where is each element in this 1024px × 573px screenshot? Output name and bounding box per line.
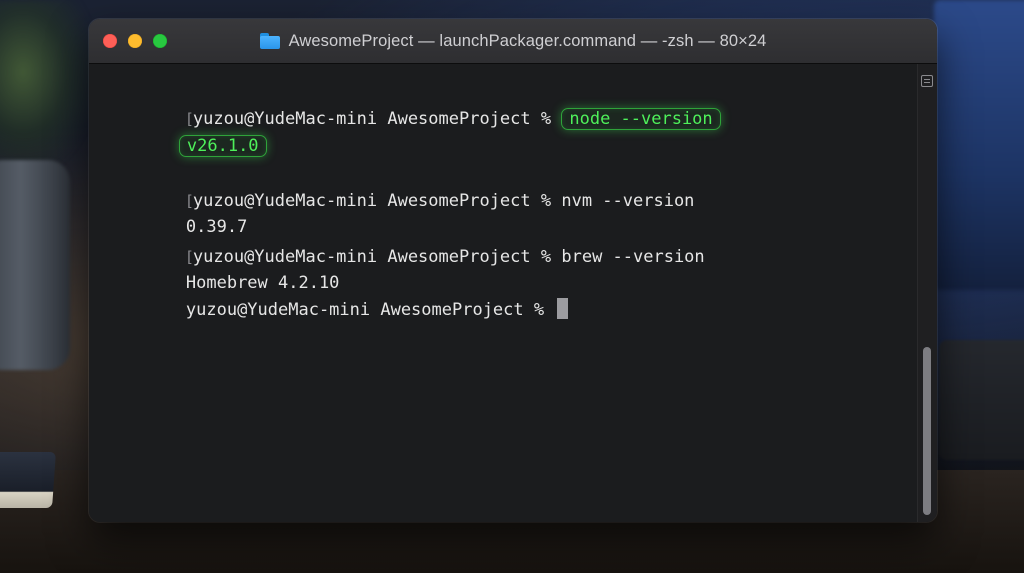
terminal-content[interactable]: [yuzou@YudeMac-mini AwesomeProject % nod…	[89, 64, 918, 522]
scroll-marker-icon[interactable]	[921, 75, 933, 87]
terminal-line-output: Homebrew 4.2.10	[104, 247, 340, 293]
command: brew --version	[561, 247, 705, 267]
terminal-line-output: v26.1.0	[103, 110, 267, 157]
folder-icon	[259, 33, 280, 49]
command: nvm --version	[561, 191, 695, 211]
scrollbar[interactable]	[917, 64, 937, 522]
text-cursor	[557, 298, 569, 319]
window-title: AwesomeProject — launchPackager.command …	[288, 31, 767, 50]
background-book	[0, 452, 56, 508]
background-plant-pot	[0, 160, 70, 370]
terminal-line-output: 0.39.7	[104, 191, 247, 237]
terminal-line-command: [yuzou@YudeMac-mini AwesomeProject % nvm…	[103, 165, 695, 211]
background-plant	[0, 0, 100, 180]
background-monitor	[934, 0, 1024, 290]
terminal-line-command: [yuzou@YudeMac-mini AwesomeProject % nod…	[103, 83, 721, 130]
prompt: yuzou@YudeMac-mini AwesomeProject %	[192, 191, 562, 211]
terminal-line-command: [yuzou@YudeMac-mini AwesomeProject % bre…	[103, 221, 705, 267]
highlighted-command: node --version	[561, 108, 721, 130]
terminal-line-prompt: yuzou@YudeMac-mini AwesomeProject %	[104, 274, 569, 320]
prompt: yuzou@YudeMac-mini AwesomeProject %	[185, 300, 555, 320]
terminal-window: AwesomeProject — launchPackager.command …	[89, 19, 937, 522]
background-keyboard	[939, 340, 1024, 460]
scrollbar-thumb[interactable]	[923, 347, 931, 515]
title-bar[interactable]: AwesomeProject — launchPackager.command …	[89, 19, 937, 64]
window-title-container: AwesomeProject — launchPackager.command …	[89, 19, 937, 63]
highlighted-output: v26.1.0	[178, 135, 267, 157]
